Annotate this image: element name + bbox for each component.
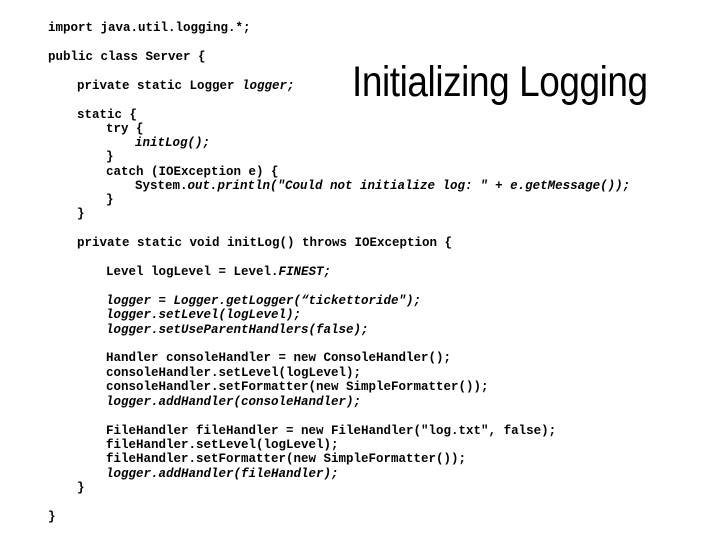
code-segment: static {: [77, 108, 138, 122]
code-line: Handler consoleHandler = new ConsoleHand…: [106, 351, 451, 365]
code-segment: }: [77, 207, 85, 221]
code-segment: public class Server {: [48, 50, 206, 64]
code-line: }: [77, 481, 85, 495]
slide-title: Initializing Logging: [352, 58, 648, 106]
code-segment: import java.util.logging.*;: [48, 21, 251, 35]
code-line: try {: [106, 122, 144, 136]
code-line: logger.addHandler(consoleHandler);: [106, 395, 361, 409]
code-segment: catch (IOException e) {: [106, 165, 279, 179]
code-line: import java.util.logging.*;: [48, 21, 251, 35]
code-segment: consoleHandler.setFormatter(new SimpleFo…: [106, 380, 489, 394]
code-segment: FINEST;: [278, 265, 332, 279]
code-line: fileHandler.setLevel(logLevel);: [106, 438, 339, 452]
code-line: FileHandler fileHandler = new FileHandle…: [106, 424, 556, 438]
code-segment: }: [106, 150, 114, 164]
code-line: Level logLevel = Level.FINEST;: [106, 265, 331, 279]
code-line: static {: [77, 108, 137, 122]
code-segment: FileHandler fileHandler = new FileHandle…: [106, 424, 557, 438]
code-segment: initLog();: [135, 136, 211, 150]
code-segment: fileHandler.setFormatter(new SimpleForma…: [106, 452, 467, 466]
code-line: }: [106, 150, 114, 164]
code-line: public class Server {: [48, 50, 206, 64]
code-line: }: [48, 510, 56, 524]
code-line: logger.addHandler(fileHandler);: [106, 467, 339, 481]
code-line: private static Logger logger;: [77, 79, 295, 93]
code-segment: private static Logger: [77, 79, 243, 93]
code-line: consoleHandler.setFormatter(new SimpleFo…: [106, 380, 489, 394]
code-segment: }: [106, 193, 114, 207]
code-segment: out.println("Could not initialize log: "…: [187, 179, 631, 193]
code-segment: }: [48, 510, 56, 524]
code-segment: logger;: [242, 79, 295, 93]
code-segment: try {: [106, 122, 144, 136]
code-line: logger.setLevel(logLevel);: [106, 308, 301, 322]
code-line: }: [77, 207, 85, 221]
code-segment: logger = Logger.getLogger(“ticket­toride…: [106, 294, 422, 308]
code-line: consoleHandler.setLevel(logLevel);: [106, 366, 361, 380]
code-line: logger = Logger.getLogger(“ticket­toride…: [106, 294, 421, 308]
code-line: fileHandler.setFormatter(new SimpleForma…: [106, 452, 466, 466]
code-segment: private static void initLog() throws IOE…: [77, 236, 453, 250]
code-segment: logger.addHandler(fileHandler);: [106, 467, 339, 481]
code-line: logger.setUseParentHandlers(false);: [106, 323, 369, 337]
code-segment: logger.setLevel(logLevel);: [106, 308, 302, 322]
code-segment: Level logLevel = Level.: [106, 265, 279, 279]
code-segment: consoleHandler.setLevel(logLevel);: [106, 366, 362, 380]
code-segment: System.: [135, 179, 188, 193]
code-line: private static void initLog() throws IOE…: [77, 236, 452, 250]
code-segment: Handler consoleHandler = new ConsoleHand…: [106, 351, 452, 365]
code-segment: }: [77, 481, 85, 495]
code-line: System.out.println("Could not initialize…: [135, 179, 630, 193]
code-line: }: [106, 193, 114, 207]
code-line: initLog();: [135, 136, 210, 150]
code-segment: logger.setUseParentHandlers(false);: [106, 323, 369, 337]
code-segment: logger.addHandler(consoleHandler);: [106, 395, 362, 409]
code-line: catch (IOException e) {: [106, 165, 279, 179]
code-segment: fileHandler.setLevel(logLevel);: [106, 438, 339, 452]
